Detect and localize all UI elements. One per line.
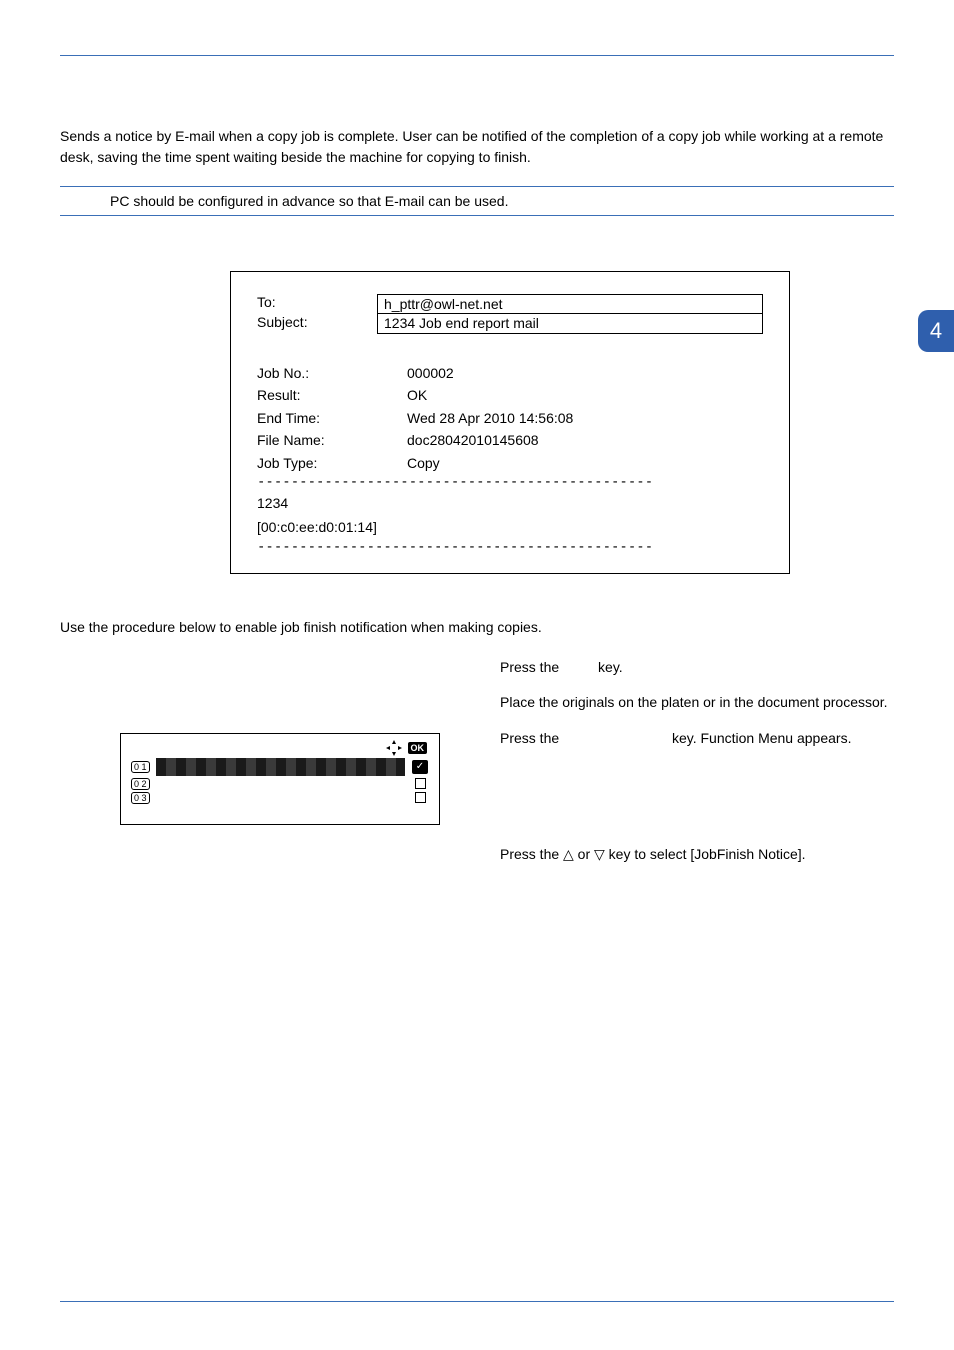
step-text: key. Function Menu appears.: [668, 730, 851, 746]
row-number-box: 0 3: [131, 792, 150, 804]
square-icon: [415, 792, 426, 803]
field-value: doc28042010145608: [407, 429, 539, 451]
signature-line-1: 1234: [257, 492, 763, 514]
to-label: To:: [257, 294, 377, 310]
step-2: Place the originals on the platen or in …: [500, 692, 894, 714]
square-icon: [415, 778, 426, 789]
step-3: Press the key. Function Menu appears.: [500, 728, 894, 750]
display-panel: OK 0 1 ✓ 0 2 0 3: [120, 733, 440, 825]
subject-value: 1234 Job end report mail: [377, 314, 763, 334]
row-number-box: 0 2: [131, 778, 150, 790]
field-label: File Name:: [257, 429, 407, 451]
separator-dashes: ----------------------------------------…: [257, 539, 763, 555]
field-label: Job No.:: [257, 362, 407, 384]
nav-arrows-icon: [386, 740, 402, 756]
signature-line-2: [00:c0:ee:d0:01:14]: [257, 516, 763, 538]
field-label: End Time:: [257, 407, 407, 429]
separator-dashes: ----------------------------------------…: [257, 474, 763, 490]
step-1: Press the key.: [500, 657, 894, 679]
field-value: Copy: [407, 452, 440, 474]
intro-text: Sends a notice by E-mail when a copy job…: [60, 126, 894, 168]
step-text: key.: [594, 659, 623, 675]
field-value: Wed 28 Apr 2010 14:56:08: [407, 407, 573, 429]
field-value: OK: [407, 384, 427, 406]
check-icon: ✓: [412, 760, 428, 774]
row-number-box: 0 1: [131, 761, 150, 773]
subject-label: Subject:: [257, 314, 377, 330]
step-text: Press the: [500, 659, 563, 675]
field-value: 000002: [407, 362, 454, 384]
ok-icon: OK: [408, 742, 428, 754]
step-text: Press the: [500, 730, 563, 746]
to-value: h_pttr@owl-net.net: [377, 294, 763, 314]
note-text: PC should be configured in advance so th…: [110, 193, 508, 209]
procedure-intro: Use the procedure below to enable job fi…: [60, 619, 894, 635]
field-label: Result:: [257, 384, 407, 406]
email-sample-box: To: h_pttr@owl-net.net Subject: 1234 Job…: [230, 271, 790, 574]
step-4: Press the △ or ▽ key to select [JobFinis…: [500, 844, 894, 866]
field-label: Job Type:: [257, 452, 407, 474]
highlighted-row: [156, 758, 405, 776]
side-tab-number: 4: [918, 310, 954, 352]
